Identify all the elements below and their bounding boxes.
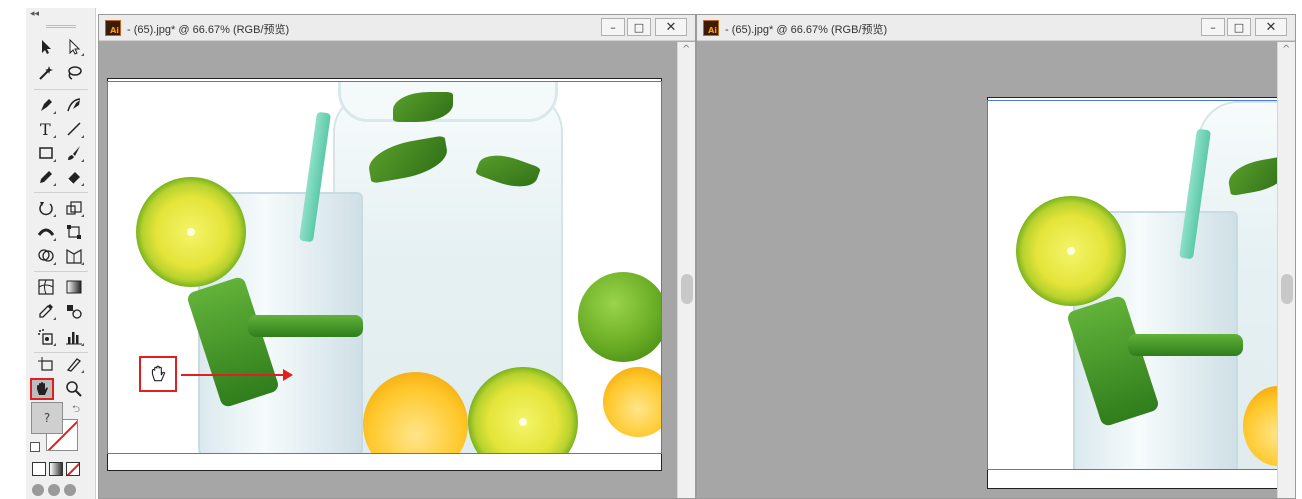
- rotate-tool-icon[interactable]: [34, 197, 58, 219]
- draw-mode-buttons: [32, 484, 76, 496]
- minimize-button[interactable]: –: [601, 18, 625, 36]
- curvature-tool-icon[interactable]: [62, 94, 86, 116]
- hand-cursor-icon: [139, 356, 177, 392]
- swap-colors-icon[interactable]: ⮌: [72, 402, 80, 419]
- document-titlebar[interactable]: Ai - (65).jpg* @ 66.67% (RGB/预览) – □ ✕: [99, 15, 695, 41]
- lime-drink-photo: [108, 82, 661, 453]
- selection-tool-icon[interactable]: [34, 36, 58, 58]
- document-window-right: Ai - (65).jpg* @ 66.67% (RGB/预览) – □ ✕ ^: [696, 14, 1296, 499]
- hand-tool-icon[interactable]: [30, 378, 54, 400]
- illustrator-file-icon: Ai: [703, 20, 719, 36]
- drag-direction-arrow: [181, 369, 293, 381]
- draw-normal-icon[interactable]: [32, 484, 44, 496]
- perspective-grid-tool-icon[interactable]: [62, 245, 86, 267]
- gradient-button[interactable]: [49, 462, 63, 476]
- slice-tool-icon[interactable]: [62, 353, 86, 375]
- scroll-thumb[interactable]: [681, 274, 693, 304]
- lime-drink-photo: [988, 101, 1277, 469]
- artboard-tool-icon[interactable]: [34, 353, 58, 375]
- document-title: - (65).jpg* @ 66.67% (RGB/预览): [725, 24, 888, 36]
- minimize-button[interactable]: –: [1201, 18, 1225, 36]
- vertical-scrollbar[interactable]: ^: [1277, 42, 1295, 498]
- eraser-tool-icon[interactable]: [62, 166, 86, 188]
- color-mode-buttons: [32, 462, 80, 476]
- direct-selection-tool-icon[interactable]: [62, 36, 86, 58]
- draw-behind-icon[interactable]: [48, 484, 60, 496]
- color-button[interactable]: [32, 462, 46, 476]
- scroll-thumb[interactable]: [1281, 274, 1293, 304]
- vertical-scrollbar[interactable]: ^: [677, 42, 695, 498]
- fill-swatch[interactable]: ?: [31, 402, 63, 434]
- document-titlebar[interactable]: Ai - (65).jpg* @ 66.67% (RGB/预览) – □ ✕: [697, 15, 1295, 41]
- svg-text:T: T: [40, 120, 51, 138]
- maximize-button[interactable]: □: [627, 18, 651, 36]
- scale-tool-icon[interactable]: [62, 197, 86, 219]
- tools-panel: ◂◂ T ? ⮌: [26, 8, 96, 499]
- scroll-up-icon[interactable]: ^: [682, 44, 690, 55]
- canvas-area[interactable]: [99, 42, 677, 498]
- symbol-sprayer-tool-icon[interactable]: [34, 326, 58, 348]
- type-tool-icon[interactable]: T: [34, 118, 58, 140]
- document-title: - (65).jpg* @ 66.67% (RGB/预览): [127, 24, 290, 36]
- left-margin: [0, 0, 26, 499]
- panel-grip[interactable]: [46, 25, 76, 28]
- line-segment-tool-icon[interactable]: [62, 118, 86, 140]
- lime-slice-image: [1016, 196, 1126, 306]
- canvas-area[interactable]: [697, 42, 1277, 498]
- mesh-tool-icon[interactable]: [34, 276, 58, 298]
- zoom-tool-icon[interactable]: [62, 378, 86, 400]
- mint-band-image: [248, 315, 363, 337]
- illustrator-file-icon: Ai: [105, 20, 121, 36]
- shape-builder-tool-icon[interactable]: [34, 245, 58, 267]
- magic-wand-tool-icon[interactable]: [34, 62, 58, 84]
- pen-tool-icon[interactable]: [34, 94, 58, 116]
- fill-swatch-label: ?: [43, 411, 51, 425]
- lasso-tool-icon[interactable]: [62, 62, 86, 84]
- free-transform-tool-icon[interactable]: [62, 221, 86, 243]
- none-button[interactable]: [66, 462, 80, 476]
- paintbrush-tool-icon[interactable]: [62, 142, 86, 164]
- mint-band-image: [1128, 334, 1243, 356]
- lemon-wedge-image: [603, 367, 661, 437]
- close-button[interactable]: ✕: [655, 18, 687, 36]
- column-graph-tool-icon[interactable]: [62, 326, 86, 348]
- document-window-left: Ai - (65).jpg* @ 66.67% (RGB/预览) – □ ✕ ^: [98, 14, 696, 499]
- gradient-tool-icon[interactable]: [62, 276, 86, 298]
- scroll-up-icon[interactable]: ^: [1282, 44, 1290, 55]
- width-tool-icon[interactable]: [34, 221, 58, 243]
- draw-inside-icon[interactable]: [64, 484, 76, 496]
- whole-lime-image: [578, 272, 661, 362]
- rectangle-tool-icon[interactable]: [34, 142, 58, 164]
- artboard: [987, 97, 1277, 489]
- close-button[interactable]: ✕: [1255, 18, 1287, 36]
- artboard: [107, 78, 662, 471]
- illustrator-screenshot: ◂◂ T ? ⮌ Ai - (65).jpg* @ 66.67% (RGB/预览…: [0, 0, 1302, 499]
- lime-slice-image: [136, 177, 246, 287]
- blend-tool-icon[interactable]: [62, 300, 86, 322]
- pencil-tool-icon[interactable]: [34, 166, 58, 188]
- collapse-panel-icon[interactable]: ◂◂: [30, 9, 39, 19]
- default-colors-icon[interactable]: [30, 442, 40, 452]
- maximize-button[interactable]: □: [1227, 18, 1251, 36]
- eyedropper-tool-icon[interactable]: [34, 300, 58, 322]
